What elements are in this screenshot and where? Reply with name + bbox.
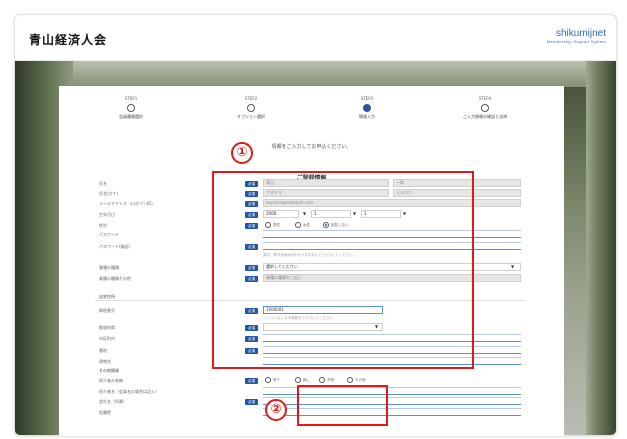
step-3-label: STEP3 [360,96,374,101]
step-1-name: 会員種類選択 [119,114,143,119]
step-3-name: 情報入力 [359,114,375,119]
required-badge: 必須 [245,398,258,405]
step-indicator: STEP1 会員種類選択 STEP2 オプション選択 STEP3 情報入力 ST… [59,96,564,136]
city-label: 市区町村 [99,336,115,341]
kana-label: 氏名(カナ) [99,191,119,196]
referral-option-yes: 有り [273,378,280,382]
callout-badge-1: ① [231,142,253,164]
site-title[interactable]: 青山経済人会 [29,31,107,48]
step-2: STEP2 オプション選択 [211,96,291,119]
step-2-label: STEP2 [244,96,258,101]
building-label: 建物名 [99,359,111,364]
step-3-circle [363,104,371,112]
step-3: STEP3 情報入力 [327,96,407,119]
email-label: メールアドレス（ログインID） [99,201,156,206]
referral-radio-yes[interactable] [265,377,271,383]
step-2-name: オプション選択 [237,114,265,119]
industry-label: 業種の種類 [99,265,119,270]
step-4-label: STEP4 [478,96,492,101]
password-label: パスワード [99,232,119,237]
company-label: 会社名（所属） [99,399,127,404]
step-4-name: ご入力情報の確認と決済 [463,114,507,119]
callout-badge-2: ② [265,399,287,421]
referral-radio-other[interactable] [347,377,353,383]
referral-option-no: 無し [303,378,310,382]
logo-main-text: shikumijnet [555,28,606,39]
step-2-circle [247,104,255,112]
intro-text: 情報をご入力してお申込ください。 [271,144,352,150]
title-label: 役職等 [99,410,111,415]
postal-label: 郵便番号 [99,308,115,313]
chevron-down-icon: ▼ [511,264,515,269]
shikumijnet-logo[interactable]: shikumijnet Membership Support System [547,28,606,44]
name-label: 氏名 [99,181,107,186]
row-referral: 紹介者の有無 必須 有り 無し 不明 その他 [59,376,564,385]
callout-box-2 [297,385,388,426]
step-4-circle [481,104,489,112]
industry-other-label: 業種の種類その他 [99,276,131,281]
background-sky [15,61,616,87]
step-1-label: STEP1 [124,96,138,101]
referral-label: 紹介者の有無 [99,378,123,383]
required-badge: 必須 [245,377,258,384]
step-1: STEP1 会員種類選択 [91,96,171,119]
step-4: STEP4 ご入力情報の確認と決済 [445,96,525,119]
gender-label: 性別 [99,223,107,228]
callout-box-1 [212,171,474,369]
street-label: 番地 [99,348,107,353]
referral-name-label: 紹介者名（会員名の場合は記入） [99,389,159,394]
step-1-circle [127,104,135,112]
referral-option-unknown: 不明 [327,378,334,382]
background-trees-right [586,61,616,435]
referral-option-other: その他 [355,378,366,382]
logo-sub-text: Membership Support System [546,39,606,44]
referral-radio-unknown[interactable] [319,377,325,383]
referral-radio-no[interactable] [295,377,301,383]
prefecture-label: 都道府県 [99,325,115,330]
birthday-label: 生年月日 [99,212,115,217]
site-header: 青山経済人会 shikumijnet Membership Support Sy… [15,15,616,61]
password-confirm-label: パスワード(確認) [99,244,131,249]
other-group-label: その他情報 [99,368,119,373]
